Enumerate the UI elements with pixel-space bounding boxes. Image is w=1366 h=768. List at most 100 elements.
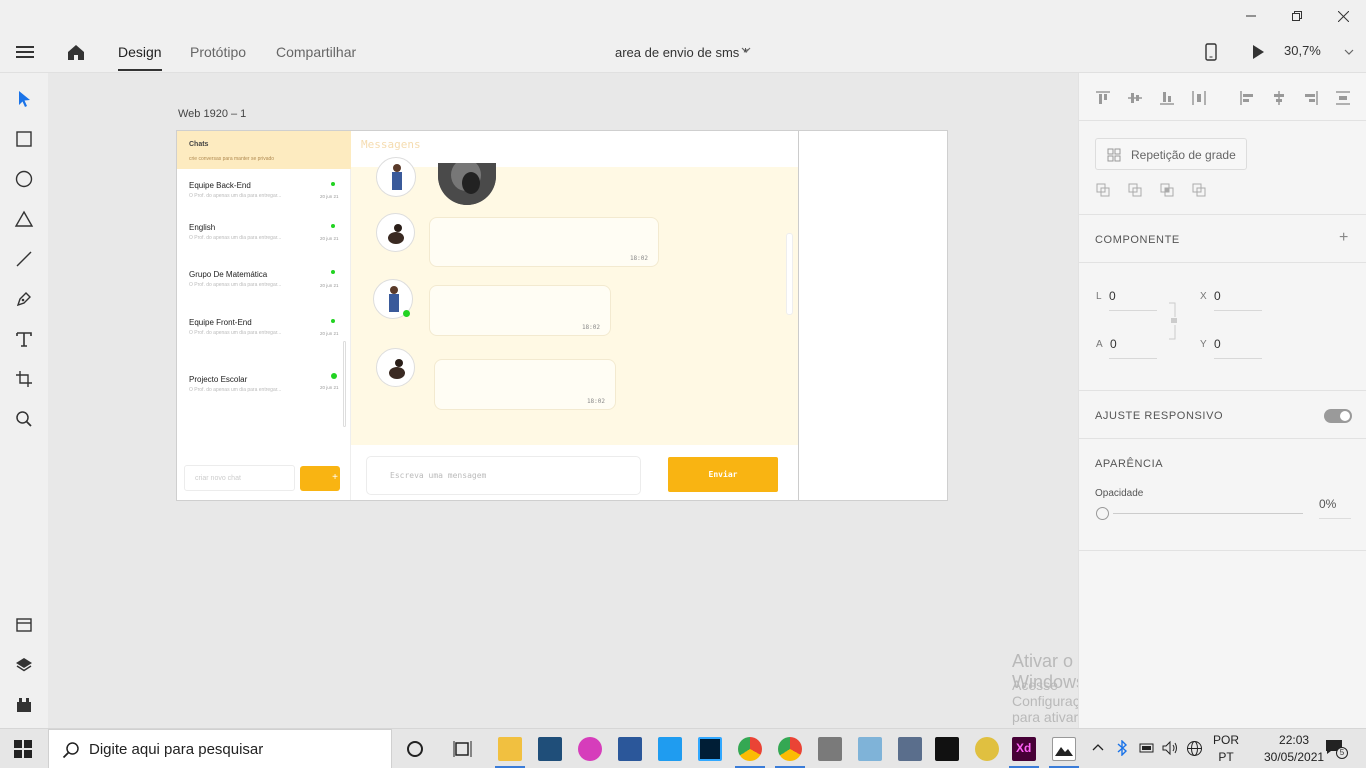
file-explorer-icon[interactable] (498, 737, 522, 761)
x-field[interactable]: 0 (1214, 289, 1221, 303)
cortana-icon[interactable] (406, 740, 424, 758)
vscode-icon[interactable] (658, 737, 682, 761)
opacity-value[interactable]: 0% (1319, 497, 1336, 511)
hamburger-menu-icon[interactable] (14, 42, 36, 62)
width-field[interactable]: 0 (1109, 289, 1116, 303)
zoom-tool-icon[interactable] (14, 409, 34, 429)
opacity-slider-track[interactable] (1113, 513, 1303, 514)
design-canvas[interactable]: Web 1920 – 1 Chats crie conversas para m… (48, 73, 1102, 741)
messages-scrollbar[interactable] (786, 233, 793, 315)
message-input[interactable]: Escreva uma mensagem (366, 456, 641, 495)
network-app-icon[interactable] (898, 737, 922, 761)
document-title[interactable]: area de envio de sms * (615, 45, 748, 60)
bluetooth-icon[interactable] (1116, 740, 1128, 756)
word-icon[interactable] (618, 737, 642, 761)
online-dot (331, 182, 335, 186)
globe-network-icon[interactable] (1186, 740, 1203, 757)
message-bubble[interactable]: 18:02 (434, 359, 616, 410)
pen-tool-icon[interactable] (14, 289, 34, 309)
artboard-tool-icon[interactable] (14, 369, 34, 389)
boolean-intersect-icon[interactable] (1160, 183, 1174, 197)
taskbar-clock[interactable]: 22:03 30/05/2021 (1264, 732, 1324, 766)
adobe-xd-icon[interactable]: Xd (1012, 737, 1036, 761)
mysql-workbench-icon[interactable] (538, 737, 562, 761)
rectangle-tool-icon[interactable] (14, 129, 34, 149)
minimize-button[interactable] (1228, 0, 1274, 32)
align-right-icon[interactable] (1303, 90, 1319, 106)
line-tool-icon[interactable] (14, 249, 34, 269)
new-chat-button[interactable]: + (300, 466, 340, 491)
repeat-grid-button[interactable]: Repetição de grade (1095, 138, 1247, 170)
repeat-grid-label: Repetição de grade (1131, 148, 1236, 162)
chat-list-item[interactable]: Projecto Escolar O Prof. do apenas um di… (177, 373, 347, 415)
taskbar-search[interactable]: Digite aqui para pesquisar (48, 729, 392, 768)
boolean-subtract-icon[interactable] (1128, 183, 1142, 197)
distribute-horizontal-icon[interactable] (1191, 90, 1207, 106)
chrome-profile-icon[interactable] (778, 737, 802, 761)
lock-aspect-icon[interactable] (1169, 301, 1177, 341)
tab-design[interactable]: Design (118, 44, 162, 71)
tab-share[interactable]: Compartilhar (276, 44, 356, 60)
chat-list-item[interactable]: Equipe Back-End O Prof. do apenas um dia… (177, 181, 347, 221)
play-icon[interactable] (1251, 44, 1265, 60)
show-hidden-icons-icon[interactable] (1092, 742, 1104, 754)
message-bubble[interactable]: 18:02 (429, 217, 659, 267)
assets-panel-icon[interactable] (14, 615, 34, 635)
height-field[interactable]: 0 (1110, 337, 1117, 351)
align-center-icon[interactable] (1271, 90, 1287, 106)
add-component-button[interactable]: + (1339, 229, 1348, 247)
language-code: POR (1213, 733, 1240, 747)
y-field[interactable]: 0 (1214, 337, 1221, 351)
zoom-chevron-icon[interactable] (1344, 47, 1354, 57)
send-button[interactable]: Enviar (668, 457, 778, 492)
align-left-icon[interactable] (1239, 90, 1255, 106)
opacity-slider-handle[interactable] (1096, 507, 1109, 520)
align-top-icon[interactable] (1095, 90, 1111, 106)
wampserver-icon[interactable] (578, 737, 602, 761)
chevron-down-icon[interactable] (741, 45, 751, 55)
chat-list-item[interactable]: English O Prof. do apenas um dia para en… (177, 223, 347, 263)
shared-photo[interactable] (438, 163, 496, 205)
media-player-icon[interactable] (975, 737, 999, 761)
notes-app-icon[interactable] (858, 737, 882, 761)
text-tool-icon[interactable] (14, 329, 34, 349)
new-chat-input[interactable]: criar novo chat (184, 465, 295, 491)
avatar[interactable] (376, 157, 416, 197)
responsive-resize-toggle[interactable] (1324, 409, 1352, 423)
boolean-add-icon[interactable] (1096, 183, 1110, 197)
distribute-vertical-icon[interactable] (1335, 90, 1351, 106)
windows-start-icon[interactable] (14, 740, 32, 758)
close-button[interactable] (1320, 0, 1366, 32)
action-center-button[interactable]: 5 (1325, 739, 1348, 759)
sidebar-scrollbar[interactable] (343, 341, 346, 427)
align-bottom-icon[interactable] (1159, 90, 1175, 106)
chat-list-item[interactable]: Equipe Front-End O Prof. do apenas um di… (177, 318, 347, 358)
tab-prototype[interactable]: Protótipo (190, 44, 246, 60)
layers-panel-icon[interactable] (14, 655, 34, 675)
zoom-level[interactable]: 30,7% (1284, 43, 1321, 58)
chat-list-item[interactable]: Grupo De Matemática O Prof. do apenas um… (177, 270, 347, 310)
plugins-panel-icon[interactable] (14, 695, 34, 715)
avatar[interactable] (376, 213, 415, 252)
artboard[interactable]: Chats crie conversas para manter se priv… (176, 130, 948, 501)
ellipse-tool-icon[interactable] (14, 169, 34, 189)
restore-button[interactable] (1274, 0, 1320, 32)
photoshop-icon[interactable] (698, 737, 722, 761)
avatar[interactable] (376, 348, 415, 387)
volume-icon[interactable] (1162, 740, 1180, 756)
battery-icon[interactable] (1139, 741, 1155, 755)
message-bubble[interactable]: 18:02 (429, 285, 611, 336)
align-middle-icon[interactable] (1127, 90, 1143, 106)
photos-app-icon[interactable] (1052, 737, 1076, 761)
mobile-preview-icon[interactable] (1205, 43, 1217, 61)
chrome-icon[interactable] (738, 737, 762, 761)
artboard-label[interactable]: Web 1920 – 1 (178, 108, 246, 120)
input-language[interactable]: POR PT (1213, 732, 1239, 766)
task-view-icon[interactable] (453, 740, 473, 758)
polygon-tool-icon[interactable] (14, 209, 34, 229)
terminal-icon[interactable] (935, 737, 959, 761)
boolean-exclude-icon[interactable] (1192, 183, 1206, 197)
voice-recorder-icon[interactable] (818, 737, 842, 761)
home-icon[interactable] (65, 41, 87, 63)
select-tool-icon[interactable] (14, 89, 34, 109)
